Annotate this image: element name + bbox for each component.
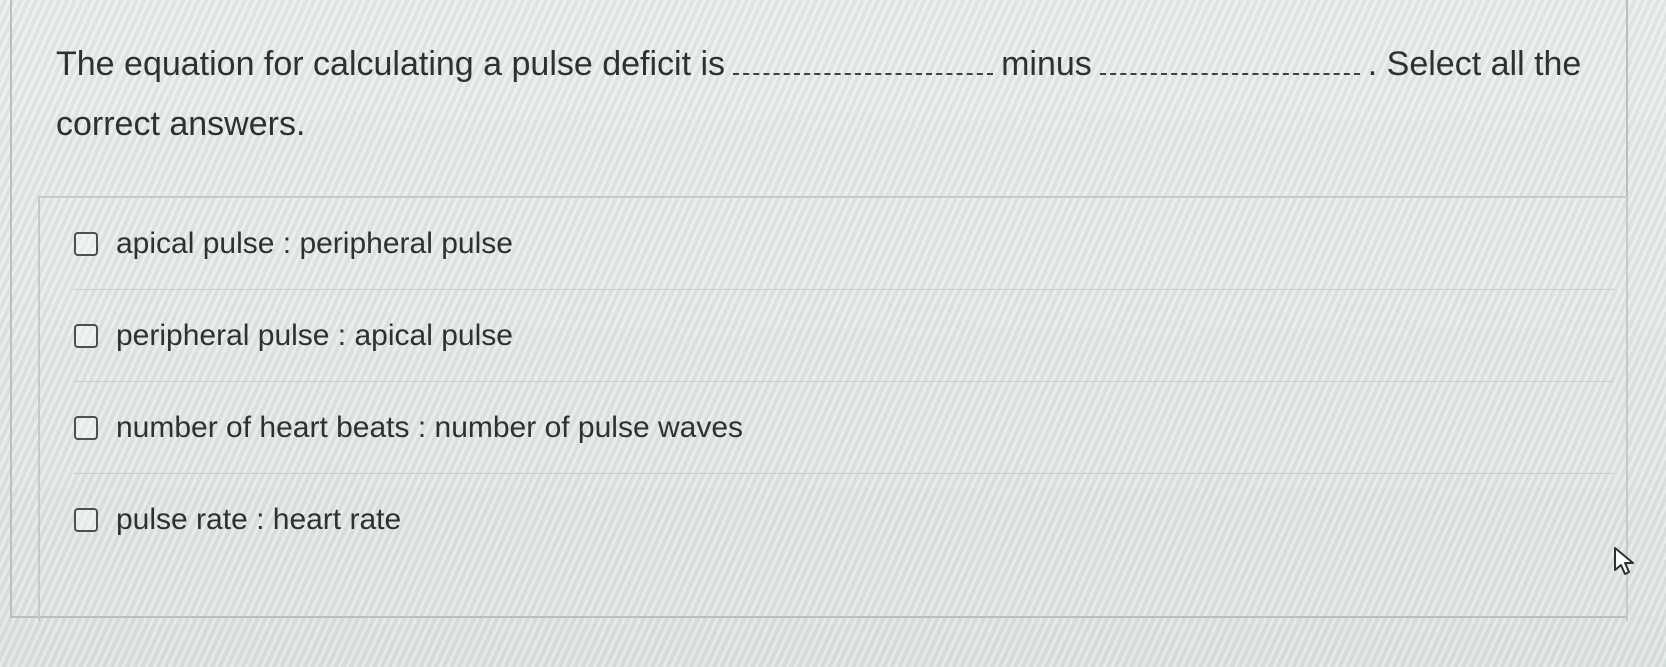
answer-blank-1: [733, 43, 994, 75]
option-label-1: apical pulse : peripheral pulse: [116, 226, 513, 260]
option-label-2: peripheral pulse : apical pulse: [116, 318, 513, 352]
question-prompt: The equation for calculating a pulse def…: [56, 34, 1596, 154]
checkbox-option-1[interactable]: [74, 231, 98, 256]
question-text-before: The equation for calculating a pulse def…: [56, 45, 726, 83]
mouse-pointer-icon: [1614, 547, 1634, 575]
checkbox-option-4[interactable]: [74, 508, 98, 532]
checkbox-option-3[interactable]: [74, 415, 98, 440]
question-text-middle: minus: [1001, 45, 1092, 83]
option-row-2[interactable]: peripheral pulse : apical pulse: [74, 290, 1614, 382]
option-row-1[interactable]: apical pulse : peripheral pulse: [74, 198, 1614, 290]
option-row-3[interactable]: number of heart beats : number of pulse …: [74, 382, 1614, 474]
answer-blank-2: [1099, 43, 1360, 75]
checkbox-option-2[interactable]: [74, 323, 98, 348]
option-label-3: number of heart beats : number of pulse …: [116, 410, 744, 444]
option-row-4[interactable]: pulse rate : heart rate: [74, 474, 1614, 566]
option-label-4: pulse rate : heart rate: [116, 503, 402, 536]
answer-options-panel: apical pulse : peripheral pulse peripher…: [38, 196, 1628, 621]
